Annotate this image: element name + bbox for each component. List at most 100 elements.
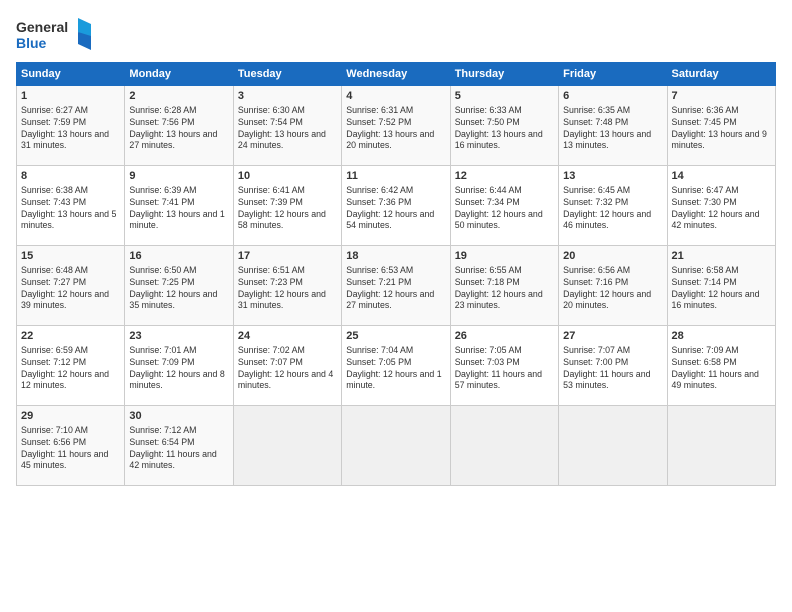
- weekday-header-sunday: Sunday: [17, 63, 125, 86]
- day-number: 17: [238, 249, 337, 264]
- calendar-cell: 15Sunrise: 6:48 AMSunset: 7:27 PMDayligh…: [17, 246, 125, 326]
- calendar-cell: [233, 406, 341, 486]
- weekday-header-wednesday: Wednesday: [342, 63, 450, 86]
- day-info: Sunrise: 6:56 AMSunset: 7:16 PMDaylight:…: [563, 265, 662, 313]
- day-info: Sunrise: 6:47 AMSunset: 7:30 PMDaylight:…: [672, 185, 771, 233]
- day-number: 5: [455, 89, 554, 104]
- day-number: 26: [455, 329, 554, 344]
- day-number: 7: [672, 89, 771, 104]
- day-info: Sunrise: 6:45 AMSunset: 7:32 PMDaylight:…: [563, 185, 662, 233]
- day-number: 3: [238, 89, 337, 104]
- calendar-table: SundayMondayTuesdayWednesdayThursdayFrid…: [16, 62, 776, 486]
- day-info: Sunrise: 6:41 AMSunset: 7:39 PMDaylight:…: [238, 185, 337, 233]
- calendar-cell: 9Sunrise: 6:39 AMSunset: 7:41 PMDaylight…: [125, 166, 233, 246]
- day-info: Sunrise: 7:02 AMSunset: 7:07 PMDaylight:…: [238, 345, 337, 393]
- calendar-cell: 30Sunrise: 7:12 AMSunset: 6:54 PMDayligh…: [125, 406, 233, 486]
- day-number: 24: [238, 329, 337, 344]
- calendar-cell: 13Sunrise: 6:45 AMSunset: 7:32 PMDayligh…: [559, 166, 667, 246]
- day-number: 10: [238, 169, 337, 184]
- calendar-cell: 1Sunrise: 6:27 AMSunset: 7:59 PMDaylight…: [17, 86, 125, 166]
- calendar-cell: 3Sunrise: 6:30 AMSunset: 7:54 PMDaylight…: [233, 86, 341, 166]
- calendar-cell: 19Sunrise: 6:55 AMSunset: 7:18 PMDayligh…: [450, 246, 558, 326]
- day-number: 9: [129, 169, 228, 184]
- calendar-cell: 14Sunrise: 6:47 AMSunset: 7:30 PMDayligh…: [667, 166, 775, 246]
- day-info: Sunrise: 7:12 AMSunset: 6:54 PMDaylight:…: [129, 425, 228, 473]
- weekday-row: SundayMondayTuesdayWednesdayThursdayFrid…: [17, 63, 776, 86]
- day-info: Sunrise: 6:53 AMSunset: 7:21 PMDaylight:…: [346, 265, 445, 313]
- calendar-week-row: 1Sunrise: 6:27 AMSunset: 7:59 PMDaylight…: [17, 86, 776, 166]
- day-number: 11: [346, 169, 445, 184]
- calendar-cell: 28Sunrise: 7:09 AMSunset: 6:58 PMDayligh…: [667, 326, 775, 406]
- day-number: 14: [672, 169, 771, 184]
- calendar-cell: 25Sunrise: 7:04 AMSunset: 7:05 PMDayligh…: [342, 326, 450, 406]
- weekday-header-monday: Monday: [125, 63, 233, 86]
- calendar-cell: 5Sunrise: 6:33 AMSunset: 7:50 PMDaylight…: [450, 86, 558, 166]
- page-header: GeneralBlue: [16, 16, 776, 56]
- weekday-header-tuesday: Tuesday: [233, 63, 341, 86]
- day-number: 30: [129, 409, 228, 424]
- calendar-body: 1Sunrise: 6:27 AMSunset: 7:59 PMDaylight…: [17, 86, 776, 486]
- calendar-cell: 21Sunrise: 6:58 AMSunset: 7:14 PMDayligh…: [667, 246, 775, 326]
- day-number: 16: [129, 249, 228, 264]
- day-info: Sunrise: 6:42 AMSunset: 7:36 PMDaylight:…: [346, 185, 445, 233]
- weekday-header-friday: Friday: [559, 63, 667, 86]
- day-info: Sunrise: 7:10 AMSunset: 6:56 PMDaylight:…: [21, 425, 120, 473]
- calendar-week-row: 29Sunrise: 7:10 AMSunset: 6:56 PMDayligh…: [17, 406, 776, 486]
- calendar-cell: 29Sunrise: 7:10 AMSunset: 6:56 PMDayligh…: [17, 406, 125, 486]
- day-info: Sunrise: 6:50 AMSunset: 7:25 PMDaylight:…: [129, 265, 228, 313]
- day-number: 2: [129, 89, 228, 104]
- calendar-cell: 4Sunrise: 6:31 AMSunset: 7:52 PMDaylight…: [342, 86, 450, 166]
- day-info: Sunrise: 6:35 AMSunset: 7:48 PMDaylight:…: [563, 105, 662, 153]
- day-info: Sunrise: 6:33 AMSunset: 7:50 PMDaylight:…: [455, 105, 554, 153]
- calendar-cell: 22Sunrise: 6:59 AMSunset: 7:12 PMDayligh…: [17, 326, 125, 406]
- day-number: 13: [563, 169, 662, 184]
- day-number: 15: [21, 249, 120, 264]
- weekday-header-thursday: Thursday: [450, 63, 558, 86]
- day-info: Sunrise: 6:39 AMSunset: 7:41 PMDaylight:…: [129, 185, 228, 233]
- day-number: 8: [21, 169, 120, 184]
- day-info: Sunrise: 6:58 AMSunset: 7:14 PMDaylight:…: [672, 265, 771, 313]
- calendar-cell: [559, 406, 667, 486]
- calendar-cell: 23Sunrise: 7:01 AMSunset: 7:09 PMDayligh…: [125, 326, 233, 406]
- calendar-cell: 26Sunrise: 7:05 AMSunset: 7:03 PMDayligh…: [450, 326, 558, 406]
- calendar-week-row: 22Sunrise: 6:59 AMSunset: 7:12 PMDayligh…: [17, 326, 776, 406]
- day-info: Sunrise: 7:09 AMSunset: 6:58 PMDaylight:…: [672, 345, 771, 393]
- day-number: 29: [21, 409, 120, 424]
- day-info: Sunrise: 6:30 AMSunset: 7:54 PMDaylight:…: [238, 105, 337, 153]
- day-info: Sunrise: 7:07 AMSunset: 7:00 PMDaylight:…: [563, 345, 662, 393]
- calendar-header: SundayMondayTuesdayWednesdayThursdayFrid…: [17, 63, 776, 86]
- day-info: Sunrise: 7:01 AMSunset: 7:09 PMDaylight:…: [129, 345, 228, 393]
- calendar-week-row: 8Sunrise: 6:38 AMSunset: 7:43 PMDaylight…: [17, 166, 776, 246]
- day-number: 4: [346, 89, 445, 104]
- calendar-cell: 6Sunrise: 6:35 AMSunset: 7:48 PMDaylight…: [559, 86, 667, 166]
- day-number: 19: [455, 249, 554, 264]
- day-info: Sunrise: 6:36 AMSunset: 7:45 PMDaylight:…: [672, 105, 771, 153]
- day-number: 25: [346, 329, 445, 344]
- day-info: Sunrise: 6:31 AMSunset: 7:52 PMDaylight:…: [346, 105, 445, 153]
- calendar-cell: [342, 406, 450, 486]
- day-number: 18: [346, 249, 445, 264]
- day-number: 6: [563, 89, 662, 104]
- calendar-cell: 18Sunrise: 6:53 AMSunset: 7:21 PMDayligh…: [342, 246, 450, 326]
- calendar-cell: 7Sunrise: 6:36 AMSunset: 7:45 PMDaylight…: [667, 86, 775, 166]
- day-number: 22: [21, 329, 120, 344]
- day-number: 20: [563, 249, 662, 264]
- calendar-cell: 10Sunrise: 6:41 AMSunset: 7:39 PMDayligh…: [233, 166, 341, 246]
- calendar-page: GeneralBlue SundayMondayTuesdayWednesday…: [0, 0, 792, 612]
- calendar-cell: 2Sunrise: 6:28 AMSunset: 7:56 PMDaylight…: [125, 86, 233, 166]
- logo-svg: GeneralBlue: [16, 16, 96, 56]
- calendar-cell: 8Sunrise: 6:38 AMSunset: 7:43 PMDaylight…: [17, 166, 125, 246]
- calendar-cell: [450, 406, 558, 486]
- day-info: Sunrise: 6:38 AMSunset: 7:43 PMDaylight:…: [21, 185, 120, 233]
- day-info: Sunrise: 6:59 AMSunset: 7:12 PMDaylight:…: [21, 345, 120, 393]
- logo: GeneralBlue: [16, 16, 96, 56]
- day-info: Sunrise: 7:05 AMSunset: 7:03 PMDaylight:…: [455, 345, 554, 393]
- calendar-cell: 16Sunrise: 6:50 AMSunset: 7:25 PMDayligh…: [125, 246, 233, 326]
- day-info: Sunrise: 6:48 AMSunset: 7:27 PMDaylight:…: [21, 265, 120, 313]
- day-info: Sunrise: 6:28 AMSunset: 7:56 PMDaylight:…: [129, 105, 228, 153]
- day-number: 27: [563, 329, 662, 344]
- calendar-week-row: 15Sunrise: 6:48 AMSunset: 7:27 PMDayligh…: [17, 246, 776, 326]
- calendar-cell: [667, 406, 775, 486]
- day-info: Sunrise: 6:44 AMSunset: 7:34 PMDaylight:…: [455, 185, 554, 233]
- day-info: Sunrise: 6:27 AMSunset: 7:59 PMDaylight:…: [21, 105, 120, 153]
